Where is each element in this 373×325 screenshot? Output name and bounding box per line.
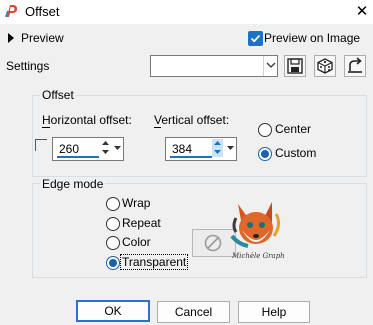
vertical-offset-dropdown[interactable]	[226, 139, 235, 157]
horizontal-offset-dropdown[interactable]	[113, 139, 122, 157]
close-button[interactable]: ✕	[352, 2, 372, 22]
spin-arrows-icon	[102, 141, 109, 154]
wrap-radio[interactable]	[106, 197, 120, 211]
settings-label: Settings	[6, 59, 50, 73]
spin-arrows-icon	[214, 141, 221, 154]
randomize-button[interactable]	[314, 55, 336, 77]
preview-on-image-label[interactable]: Preview on Image	[264, 31, 360, 45]
no-color-icon	[204, 234, 222, 252]
chevron-down-icon	[227, 146, 234, 150]
fox-watermark-image	[228, 196, 284, 258]
chevron-down-icon	[114, 146, 121, 150]
center-label[interactable]: Center	[275, 122, 311, 136]
reset-button[interactable]	[344, 55, 366, 77]
repeat-radio[interactable]	[106, 217, 120, 231]
color-radio[interactable]	[106, 236, 120, 250]
ok-button[interactable]: OK	[76, 300, 150, 322]
vertical-offset-spinbox[interactable]: 384	[165, 137, 237, 161]
save-preset-button[interactable]	[284, 55, 306, 77]
vertical-offset-spinner[interactable]	[212, 139, 223, 157]
custom-radio[interactable]	[258, 147, 272, 161]
mnemonic-underline	[154, 127, 161, 128]
save-icon	[287, 58, 303, 74]
transparent-label[interactable]: Transparent	[120, 254, 189, 270]
horizontal-offset-label: Horizontal offset:	[42, 113, 132, 127]
horizontal-offset-value: 260	[59, 142, 80, 156]
window-title: Offset	[25, 4, 60, 19]
preview-on-image-checkbox[interactable]	[248, 31, 263, 46]
expand-preview-triangle-icon[interactable]	[8, 33, 14, 43]
offset-group-title: Offset	[40, 88, 76, 102]
repeat-label[interactable]: Repeat	[122, 216, 161, 230]
reset-arrow-icon	[348, 57, 362, 73]
edge-mode-group-title: Edge mode	[40, 177, 106, 191]
checkmark-icon	[250, 34, 261, 43]
preview-toggle[interactable]: Preview	[21, 31, 64, 45]
wrap-label[interactable]: Wrap	[122, 196, 150, 210]
transparent-radio[interactable]	[106, 256, 120, 270]
chevron-down-icon	[266, 62, 276, 68]
center-radio[interactable]	[258, 123, 272, 137]
help-button[interactable]: Help	[238, 301, 310, 323]
close-icon: ✕	[355, 3, 369, 20]
horizontal-offset-underline	[57, 156, 99, 158]
link-offsets-corner[interactable]	[35, 139, 47, 151]
vertical-offset-value: 384	[172, 142, 193, 156]
horizontal-offset-spinbox[interactable]: 260	[52, 137, 124, 161]
vertical-offset-label: Vertical offset:	[154, 113, 230, 127]
preset-dropdown[interactable]	[150, 55, 278, 77]
app-icon	[4, 3, 20, 19]
cancel-button[interactable]: Cancel	[157, 301, 230, 323]
horizontal-offset-spinner[interactable]	[101, 139, 110, 157]
dice-icon	[317, 58, 333, 74]
custom-label[interactable]: Custom	[275, 146, 316, 160]
dropdown-separator	[263, 56, 264, 76]
color-label[interactable]: Color	[122, 235, 151, 249]
mnemonic-underline	[42, 127, 50, 128]
offset-group	[32, 95, 367, 177]
watermark-signature: Michèle Graph	[232, 252, 285, 260]
vertical-offset-underline	[170, 156, 212, 158]
